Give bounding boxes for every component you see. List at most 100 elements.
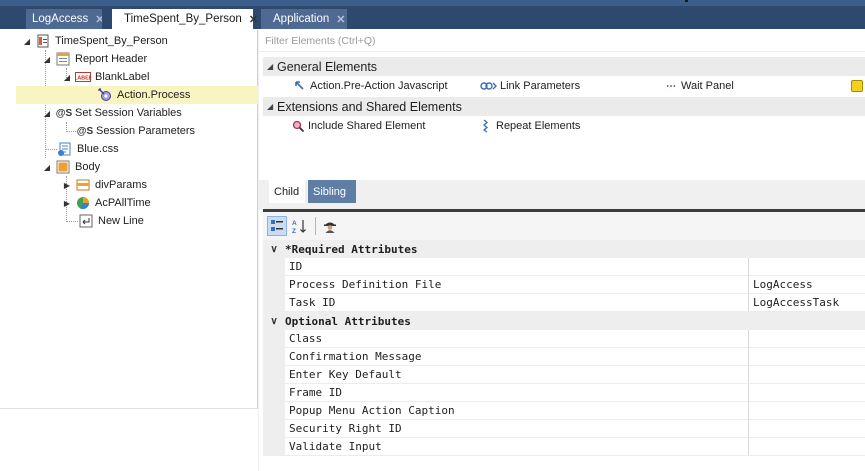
- tab-application[interactable]: Application ✕: [261, 9, 347, 29]
- tree-node-acpalltime[interactable]: ▶ AcPAllTime: [62, 194, 151, 212]
- collapse-icon[interactable]: ◢: [22, 36, 32, 46]
- tree-node-label: AcPAllTime: [95, 197, 151, 209]
- link-parameters-icon: [479, 79, 497, 93]
- property-grid: AZ ∨ *Required Attributes ID Process Def…: [263, 212, 865, 471]
- group-extensions-shared-elements[interactable]: ◢ Extensions and Shared Elements: [263, 97, 865, 116]
- property-value-input[interactable]: [748, 384, 865, 402]
- property-value-input[interactable]: LogAccessTask: [748, 294, 865, 312]
- chevron-down-icon[interactable]: ∨: [263, 244, 285, 255]
- tree-node-blue-css[interactable]: Blue.css: [57, 140, 119, 158]
- collapse-icon[interactable]: ◢: [42, 54, 52, 64]
- close-icon[interactable]: ✕: [336, 13, 345, 26]
- collapse-icon[interactable]: ◢: [42, 108, 52, 118]
- palette-item-link-parameters[interactable]: Link Parameters: [479, 78, 580, 94]
- tree-node-body[interactable]: ◢ Body: [42, 158, 100, 176]
- property-row-popup-menu-action-caption[interactable]: Popup Menu Action Caption: [263, 402, 865, 420]
- property-row-confirmation-message[interactable]: Confirmation Message: [263, 348, 865, 366]
- property-row-enter-key-default[interactable]: Enter Key Default: [263, 366, 865, 384]
- property-row-security-right-id[interactable]: Security Right ID: [263, 420, 865, 438]
- body-icon: [55, 159, 71, 175]
- tree-node-label: Body: [75, 161, 101, 173]
- sticky-note-icon[interactable]: [851, 80, 863, 92]
- palette-item-wait-panel[interactable]: ⋯ Wait Panel: [664, 78, 734, 94]
- property-row-task-id[interactable]: Task ID LogAccessTask: [263, 294, 865, 312]
- session-parameter-icon: @S: [76, 125, 94, 137]
- tree-node-label: TimeSpent_By_Person: [55, 35, 168, 47]
- tree-node-blanklabel[interactable]: ◢ LABEL BlankLabel: [62, 68, 150, 86]
- close-icon[interactable]: ✕: [95, 13, 102, 26]
- tree-node-label: divParams: [95, 179, 147, 191]
- tree-node-label: Action.Process: [117, 89, 191, 101]
- group-title: Extensions and Shared Elements: [277, 99, 462, 114]
- palette-item-include-shared-element[interactable]: Include Shared Element: [291, 118, 425, 134]
- property-row-id[interactable]: ID: [263, 258, 865, 276]
- svg-text:Z: Z: [292, 228, 296, 234]
- tree-node-action-process[interactable]: Action.Process: [16, 86, 258, 104]
- expand-icon[interactable]: ▶: [62, 198, 72, 208]
- sort-alphabetical-icon[interactable]: AZ: [289, 216, 309, 236]
- tree-node-divparams[interactable]: ▶ divParams: [62, 176, 147, 194]
- property-value-input[interactable]: [748, 258, 865, 276]
- property-name: Validate Input: [285, 438, 748, 456]
- tree-node-root[interactable]: ◢ TimeSpent_By_Person: [22, 32, 168, 50]
- property-row-class[interactable]: Class: [263, 330, 865, 348]
- chevron-down-icon[interactable]: ∨: [263, 316, 285, 327]
- svg-text:A: A: [292, 220, 297, 227]
- category-title: *Required Attributes: [285, 242, 418, 256]
- palette-item-repeat-elements[interactable]: Repeat Elements: [479, 118, 580, 134]
- property-name: Process Definition File: [285, 276, 748, 294]
- category-required-attributes[interactable]: ∨ *Required Attributes: [263, 240, 865, 258]
- element-tree: ◢ TimeSpent_By_Person ◢ Report Header ◢ …: [0, 30, 258, 471]
- tree-node-label: BlankLabel: [95, 71, 150, 83]
- property-name: Confirmation Message: [285, 348, 748, 366]
- security-agent-icon[interactable]: [320, 216, 340, 236]
- pointer-arrow-icon: [293, 79, 307, 93]
- collapse-icon[interactable]: ◢: [62, 72, 72, 82]
- palette-item-pre-action-javascript[interactable]: Action.Pre-Action Javascript: [293, 78, 448, 94]
- property-value-input[interactable]: [748, 330, 865, 348]
- category-optional-attributes[interactable]: ∨ Optional Attributes: [263, 312, 865, 330]
- filter-elements-input[interactable]: Filter Elements (Ctrl+Q): [259, 30, 865, 52]
- property-value-input[interactable]: [748, 438, 865, 456]
- tab-timespent-by-person[interactable]: TimeSpent_By_Person ✕: [112, 9, 258, 29]
- property-name: Class: [285, 330, 748, 348]
- ellipsis-icon: ⋯: [666, 80, 676, 92]
- property-value-input[interactable]: [748, 420, 865, 438]
- tab-label: Application: [273, 13, 330, 25]
- categorized-view-icon[interactable]: [267, 216, 287, 236]
- property-value-input[interactable]: [748, 402, 865, 420]
- tab-child[interactable]: Child: [269, 180, 305, 203]
- tree-node-label: Session Parameters: [96, 125, 196, 137]
- tree-node-report-header[interactable]: ◢ Report Header: [42, 50, 147, 68]
- property-grid-toolbar: AZ: [263, 212, 865, 240]
- property-value-input[interactable]: LogAccess: [748, 276, 865, 294]
- property-value-input[interactable]: [748, 366, 865, 384]
- group-title: General Elements: [277, 59, 378, 74]
- property-row-validate-input[interactable]: Validate Input: [263, 438, 865, 456]
- tab-label: TimeSpent_By_Person: [124, 13, 242, 25]
- collapse-icon[interactable]: ◢: [263, 102, 277, 111]
- tree-node-label: Report Header: [75, 53, 148, 65]
- title-bar-strip: [0, 0, 865, 6]
- property-name: ID: [285, 258, 748, 276]
- property-value-input[interactable]: [748, 348, 865, 366]
- label-icon-text: LABEL: [75, 76, 91, 82]
- tree-node-session-parameters[interactable]: @S Session Parameters: [76, 122, 195, 140]
- new-line-icon: [78, 213, 94, 229]
- document-tab-strip: LogAccess ✕ TimeSpent_By_Person ✕ Applic…: [0, 0, 865, 30]
- property-row-frame-id[interactable]: Frame ID: [263, 384, 865, 402]
- close-icon[interactable]: ✕: [249, 13, 258, 26]
- property-name: Frame ID: [285, 384, 748, 402]
- tree-node-set-session-variables[interactable]: ◢ @S Set Session Variables: [42, 104, 182, 122]
- pie-chart-icon: [75, 195, 91, 211]
- group-general-elements[interactable]: ◢ General Elements: [263, 57, 865, 76]
- property-row-process-definition-file[interactable]: Process Definition File LogAccess: [263, 276, 865, 294]
- collapse-icon[interactable]: ◢: [263, 62, 277, 71]
- expand-icon[interactable]: ▶: [62, 180, 72, 190]
- tab-sibling[interactable]: Sibling: [308, 180, 356, 203]
- tree-lower-panel: [0, 409, 258, 471]
- collapse-icon[interactable]: ◢: [42, 162, 52, 172]
- tab-logaccess[interactable]: LogAccess ✕: [26, 9, 102, 29]
- repeat-icon: [479, 119, 493, 133]
- tree-node-new-line[interactable]: New Line: [78, 212, 144, 230]
